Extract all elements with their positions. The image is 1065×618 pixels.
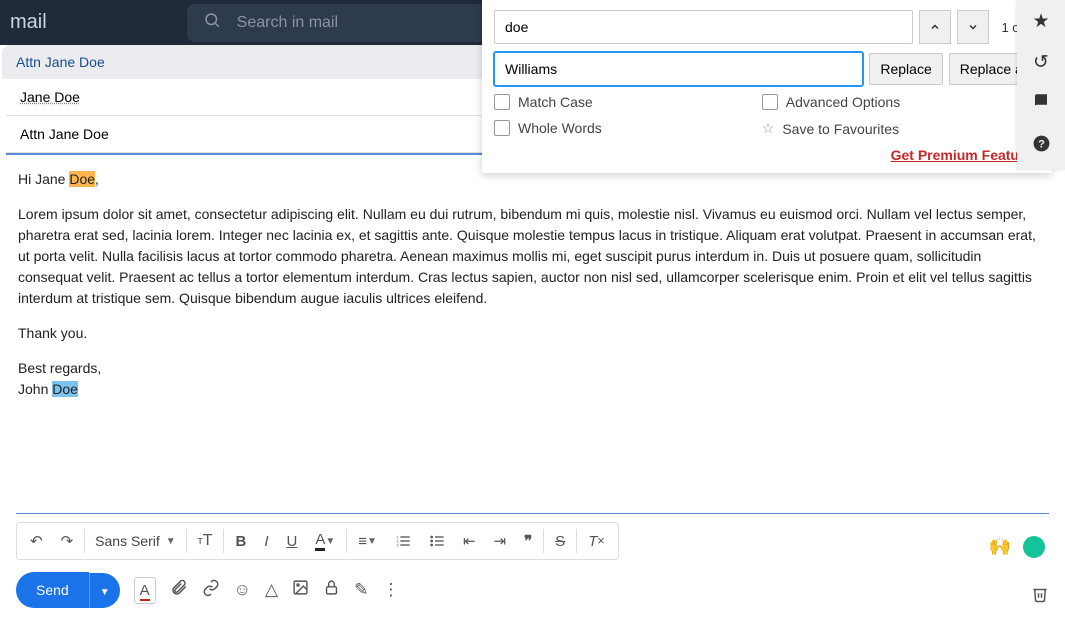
clear-formatting-button[interactable]: T× — [579, 525, 613, 557]
confidential-icon[interactable] — [323, 579, 340, 601]
svg-text:3: 3 — [396, 542, 399, 547]
redo-button[interactable]: ↷ — [52, 525, 83, 557]
indent-less-button[interactable]: ⇤ — [454, 525, 485, 557]
text-color-button[interactable]: A ▼ — [306, 525, 344, 557]
pen-icon[interactable]: ✎ — [354, 580, 368, 600]
greeting-post: , — [95, 171, 99, 187]
undo-button[interactable]: ↶ — [21, 525, 52, 557]
greeting-pre: Hi Jane — [18, 171, 69, 187]
numbered-list-button[interactable]: 123 — [386, 525, 420, 557]
strikethrough-button[interactable]: S — [546, 525, 574, 557]
bullet-list-button[interactable] — [420, 525, 454, 557]
body-thanks: Thank you. — [18, 323, 1036, 344]
more-options-icon[interactable]: ⋮ — [382, 580, 399, 600]
drive-icon[interactable]: △ — [265, 580, 278, 600]
find-input[interactable] — [494, 10, 913, 44]
help-icon[interactable]: ? — [1032, 134, 1051, 159]
mail-logo: mail — [10, 11, 47, 34]
underline-button[interactable]: U — [278, 525, 307, 557]
font-size-button[interactable]: тT — [189, 525, 222, 557]
svg-text:?: ? — [1038, 138, 1045, 150]
extension-sidebar: ★ ↺ ? — [1017, 0, 1065, 170]
text-format-toggle[interactable]: A — [134, 577, 156, 604]
replace-button[interactable]: Replace — [869, 53, 942, 85]
email-body[interactable]: Hi Jane Doe, Lorem ipsum dolor sit amet,… — [2, 155, 1052, 495]
editor-extras: 🙌 — [989, 536, 1045, 558]
send-button[interactable]: Send — [16, 572, 89, 608]
chevron-down-icon: ▼ — [166, 536, 176, 547]
replace-input[interactable] — [494, 52, 863, 86]
find-prev-button[interactable] — [919, 10, 951, 44]
match-case-checkbox[interactable]: Match Case — [494, 94, 602, 110]
save-favourites[interactable]: ☆Save to Favourites — [762, 120, 900, 137]
quote-button[interactable]: ❞ — [515, 525, 541, 557]
discard-icon[interactable] — [1031, 585, 1049, 608]
attach-icon[interactable] — [170, 579, 188, 602]
format-toolbar: ↶ ↷ Sans Serif▼ тT B I U A ▼ ≡ ▼ 123 ⇤ ⇥… — [16, 513, 1049, 560]
star-icon[interactable]: ★ — [1032, 10, 1049, 33]
body-paragraph: Lorem ipsum dolor sit amet, consectetur … — [18, 204, 1036, 309]
font-family-select[interactable]: Sans Serif▼ — [87, 533, 184, 549]
italic-button[interactable]: I — [255, 525, 277, 557]
send-options-button[interactable]: ▼ — [89, 573, 120, 608]
star-outline-icon: ☆ — [762, 120, 775, 137]
body-regards: Best regards, — [18, 360, 101, 376]
search-icon — [203, 11, 221, 34]
find-match-current: Doe — [69, 171, 95, 187]
emoji-icon[interactable]: ☺ — [234, 580, 251, 600]
sig-pre: John — [18, 381, 52, 397]
find-match: Doe — [52, 381, 78, 397]
find-replace-panel: 1 of 2 Replace Replace all Match Case Wh… — [482, 0, 1052, 173]
celebrate-icon[interactable]: 🙌 — [989, 536, 1011, 558]
indent-more-button[interactable]: ⇥ — [485, 525, 516, 557]
image-icon[interactable] — [292, 579, 309, 601]
advanced-options-checkbox[interactable]: Advanced Options — [762, 94, 900, 110]
search-placeholder: Search in mail — [237, 14, 338, 32]
whole-words-checkbox[interactable]: Whole Words — [494, 120, 602, 136]
link-icon[interactable] — [202, 579, 220, 602]
history-icon[interactable]: ↺ — [1033, 51, 1049, 74]
find-next-button[interactable] — [957, 10, 989, 44]
bottom-toolbar: Send ▼ A ☺ △ ✎ ⋮ — [16, 572, 1049, 608]
grammarly-icon[interactable] — [1023, 536, 1045, 558]
book-icon[interactable] — [1032, 92, 1050, 116]
search-box[interactable]: Search in mail — [187, 4, 487, 42]
bold-button[interactable]: B — [226, 525, 255, 557]
align-button[interactable]: ≡ ▼ — [349, 525, 386, 557]
premium-link[interactable]: Get Premium Features — [494, 147, 1040, 163]
